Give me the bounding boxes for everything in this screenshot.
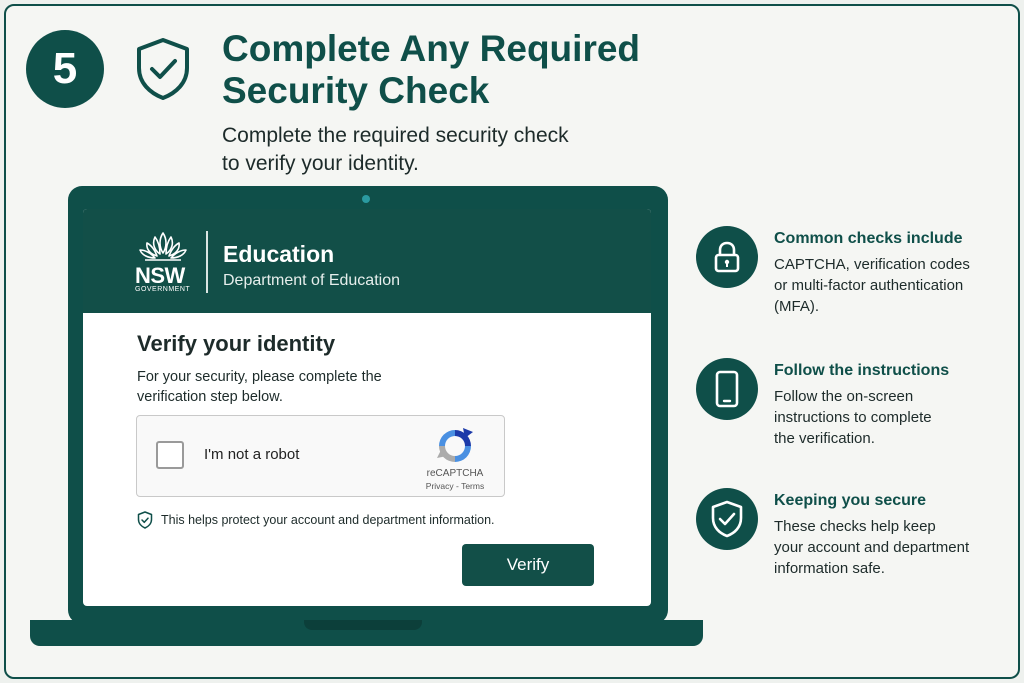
recaptcha-privacy-terms-link[interactable]: Privacy - Terms bbox=[407, 481, 503, 491]
info-line: the verification. bbox=[774, 430, 875, 447]
page-title: Complete Any Required Security Check bbox=[222, 28, 702, 112]
subtitle-line: Complete the required security check bbox=[222, 124, 569, 147]
camera-icon bbox=[362, 195, 370, 203]
step-number-badge: 5 bbox=[26, 30, 104, 108]
site-header: NSW GOVERNMENT Education Department of E… bbox=[83, 209, 651, 313]
info-line: CAPTCHA, verification codes bbox=[774, 256, 970, 273]
title-line: Security Check bbox=[222, 70, 490, 111]
recaptcha-widget: I'm not a robot reCAPTCHA Privacy - Term… bbox=[136, 415, 505, 497]
info-line: instructions to complete bbox=[774, 409, 932, 426]
info-line: your account and department bbox=[774, 539, 970, 556]
shield-check-icon bbox=[137, 38, 189, 100]
laptop-notch bbox=[304, 620, 422, 630]
protect-text: This helps protect your account and depa… bbox=[161, 513, 495, 527]
waratah-logo-icon bbox=[139, 232, 187, 261]
verify-heading: Verify your identity bbox=[137, 331, 336, 356]
shield-check-icon bbox=[137, 511, 153, 529]
site-title: Education bbox=[223, 241, 335, 267]
info-line: (MFA). bbox=[774, 298, 819, 315]
smartphone-icon bbox=[696, 358, 758, 420]
info-body: These checks help keep your account and … bbox=[774, 516, 1014, 579]
captcha-label: I'm not a robot bbox=[204, 446, 300, 463]
header-divider bbox=[206, 231, 208, 293]
page-subtitle: Complete the required security check to … bbox=[222, 122, 642, 178]
info-title: Keeping you secure bbox=[774, 492, 927, 509]
recaptcha-brand: reCAPTCHA bbox=[426, 468, 484, 479]
instruction-line: For your security, please complete the bbox=[137, 369, 382, 385]
instruction-line: verification step below. bbox=[137, 389, 283, 405]
subtitle-line: to verify your identity. bbox=[222, 152, 419, 175]
info-title: Common checks include bbox=[774, 230, 963, 247]
info-line: These checks help keep bbox=[774, 518, 936, 535]
protect-note: This helps protect your account and depa… bbox=[137, 511, 495, 529]
not-a-robot-checkbox[interactable] bbox=[156, 441, 184, 469]
verify-instructions: For your security, please complete the v… bbox=[137, 367, 457, 407]
info-body: CAPTCHA, verification codes or multi-fac… bbox=[774, 254, 1014, 317]
padlock-icon bbox=[696, 226, 758, 288]
verify-button[interactable]: Verify bbox=[462, 544, 594, 586]
recaptcha-logo-icon bbox=[437, 428, 473, 462]
site-subtitle: Department of Education bbox=[223, 272, 400, 289]
title-line: Complete Any Required bbox=[222, 28, 641, 69]
info-line: Follow the on-screen bbox=[774, 388, 914, 405]
shield-check-icon bbox=[696, 488, 758, 550]
info-body: Follow the on-screen instructions to com… bbox=[774, 386, 1014, 449]
info-line: information safe. bbox=[774, 560, 885, 577]
info-title: Follow the instructions bbox=[774, 362, 950, 379]
info-line: or multi-factor authentication bbox=[774, 277, 964, 294]
logo-subtext: GOVERNMENT bbox=[135, 286, 191, 293]
laptop-screen: NSW GOVERNMENT Education Department of E… bbox=[83, 209, 651, 606]
